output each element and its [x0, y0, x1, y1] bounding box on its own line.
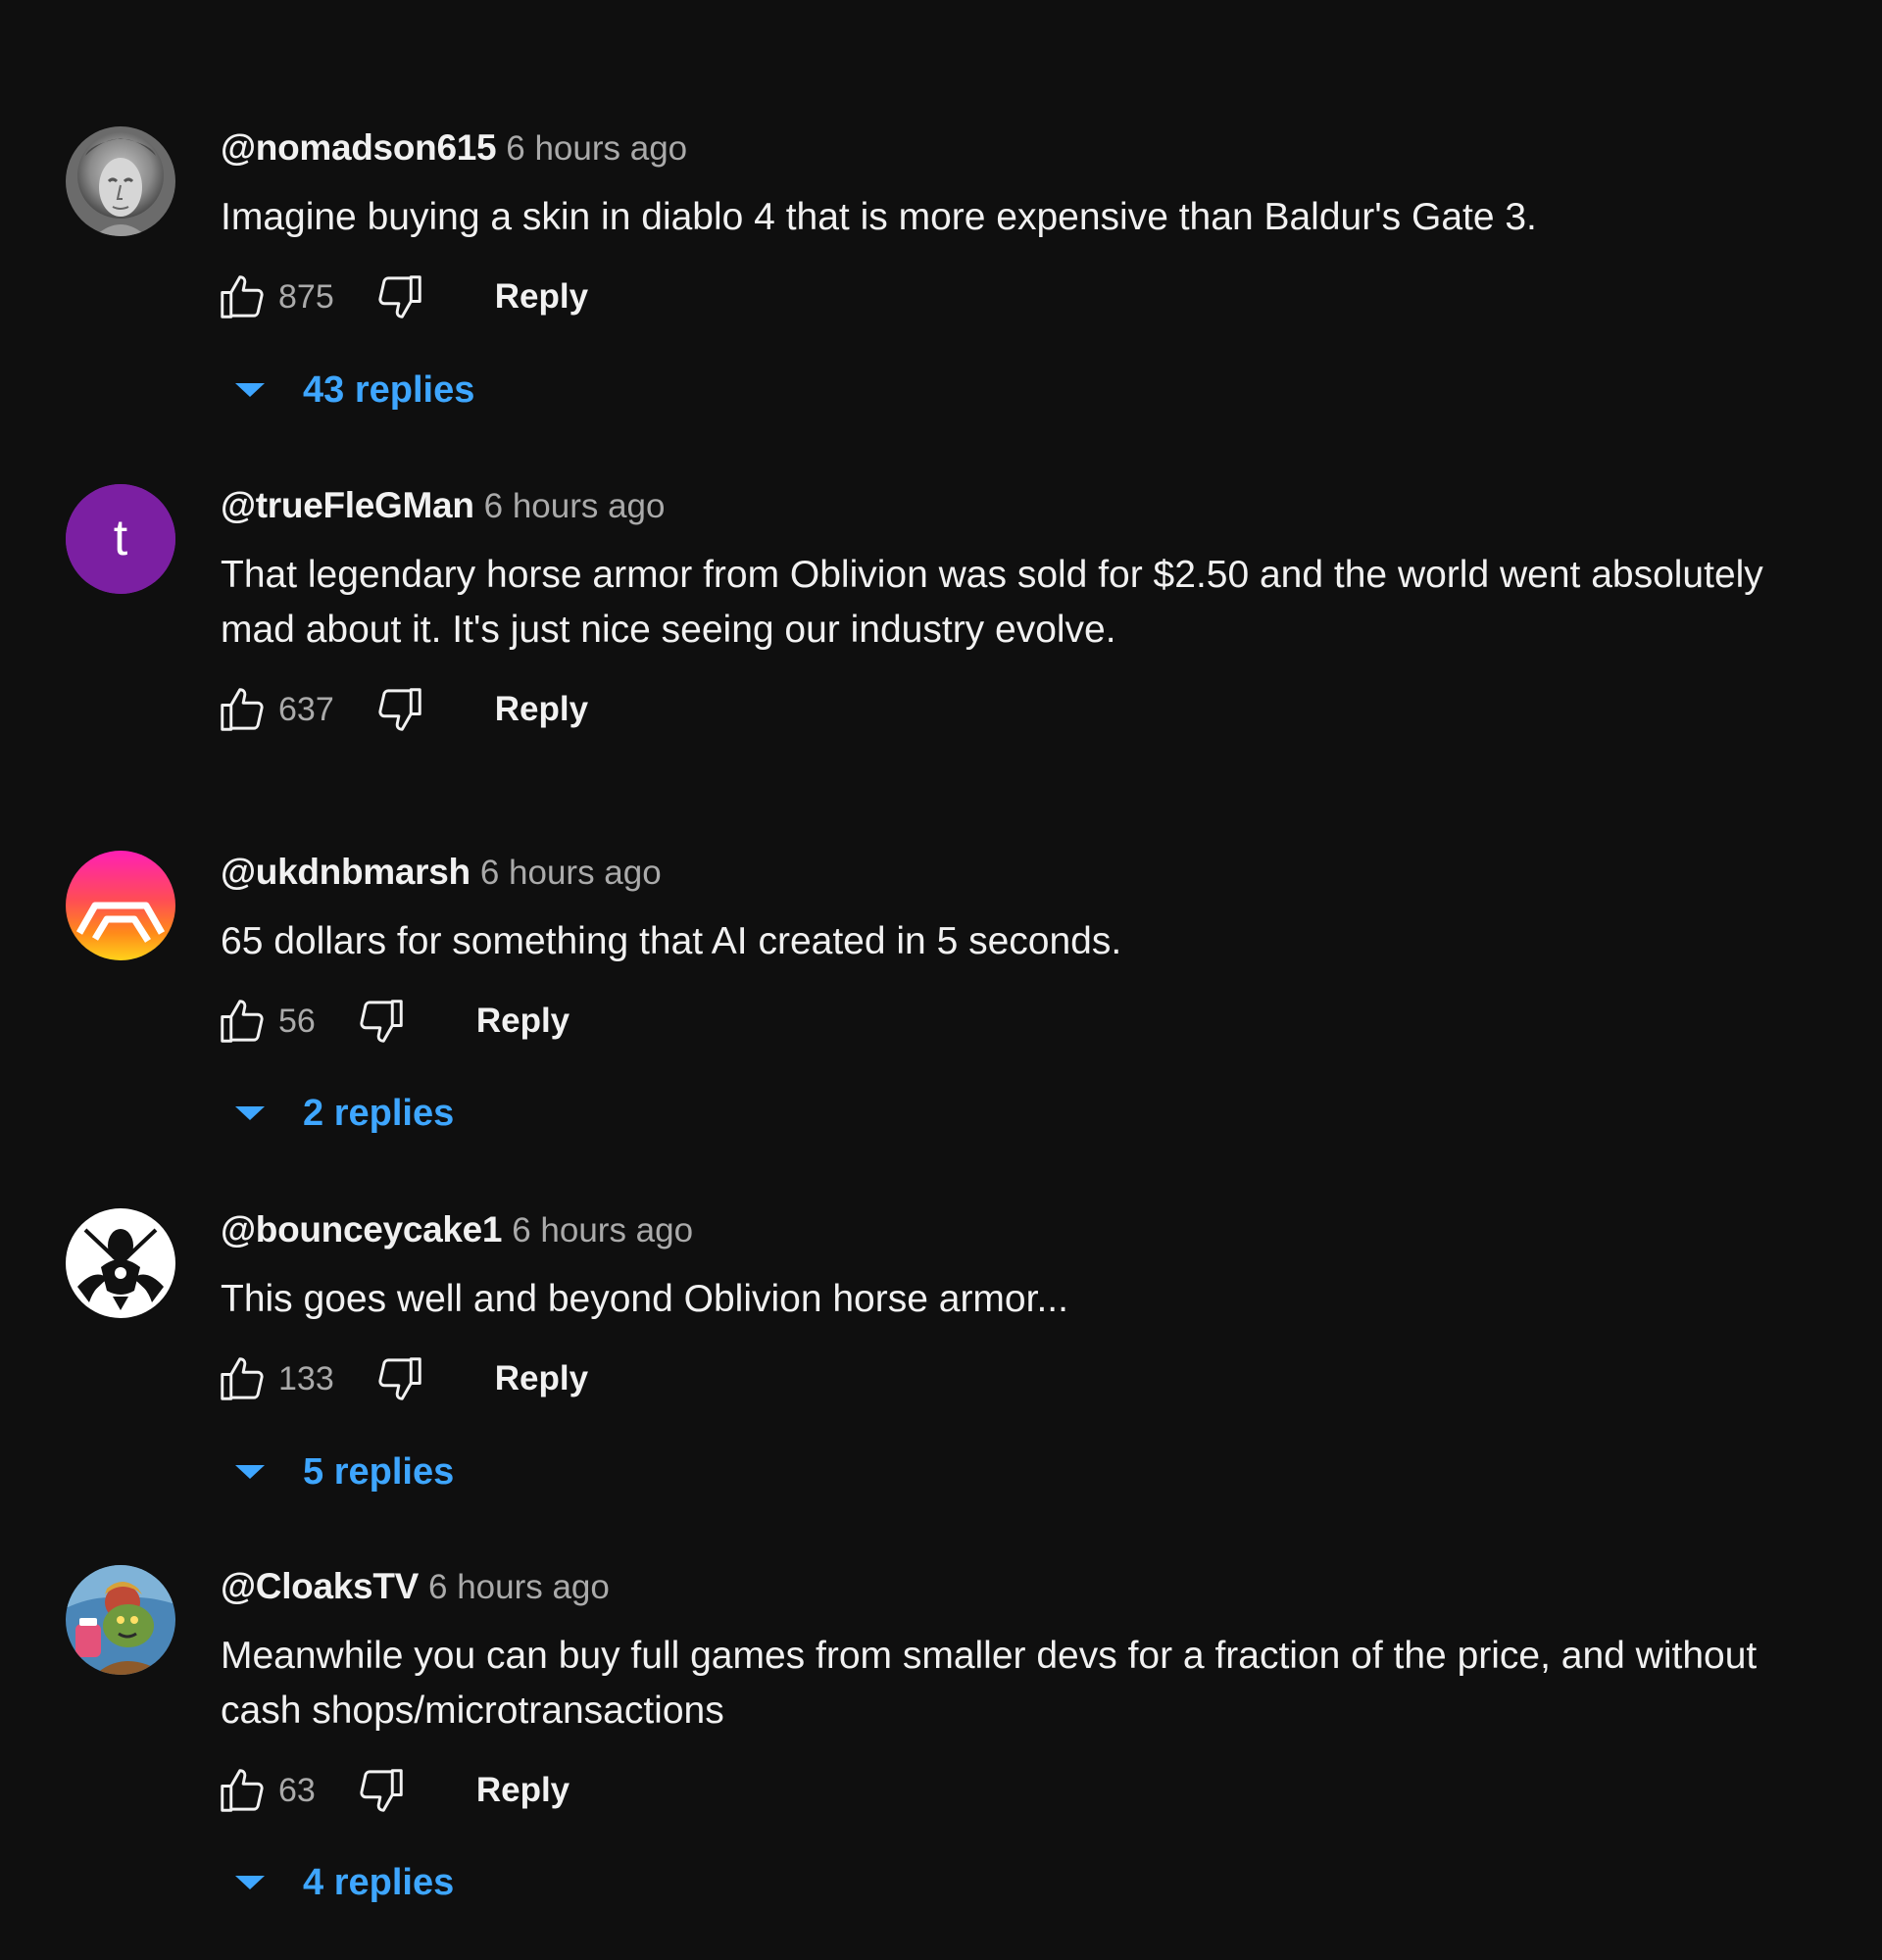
replies-count-label: 2 replies	[303, 1092, 455, 1134]
dislike-button[interactable]	[371, 269, 428, 325]
thumbs-down-icon	[378, 275, 421, 318]
statue-bust-avatar-icon	[66, 126, 175, 236]
like-count: 63	[278, 1771, 316, 1809]
like-count: 875	[278, 277, 334, 316]
view-replies-button[interactable]: 4 replies	[235, 1855, 454, 1910]
like-button[interactable]	[214, 1762, 271, 1819]
replies-count-label: 4 replies	[303, 1861, 455, 1903]
emblem-avatar-icon	[66, 1208, 175, 1318]
like-count: 133	[278, 1359, 334, 1397]
like-button[interactable]	[214, 993, 271, 1050]
caret-down-icon	[235, 1106, 265, 1120]
comment-text: 65 dollars for something that AI created…	[221, 920, 1122, 962]
comment-author[interactable]: @nomadson615	[221, 127, 497, 168]
caret-down-icon	[235, 1465, 265, 1479]
comment-header: @bounceycake1 6 hours ago	[221, 1209, 693, 1250]
replies-count-label: 5 replies	[303, 1450, 455, 1493]
comment-timestamp[interactable]: 6 hours ago	[484, 487, 666, 525]
dislike-button[interactable]	[371, 681, 428, 738]
reply-button[interactable]: Reply	[476, 1002, 570, 1041]
thumbs-up-icon	[221, 1000, 264, 1043]
comment-text: Imagine buying a skin in diablo 4 that i…	[221, 196, 1537, 238]
reply-button[interactable]: Reply	[495, 690, 588, 729]
like-count: 56	[278, 1002, 316, 1040]
view-replies-button[interactable]: 43 replies	[235, 363, 474, 417]
comment-actions: 63 Reply	[214, 1761, 570, 1820]
comment-actions: 637 Reply	[214, 680, 588, 739]
view-replies-button[interactable]: 2 replies	[235, 1086, 454, 1141]
comment-timestamp[interactable]: 6 hours ago	[512, 1211, 693, 1250]
comment-timestamp[interactable]: 6 hours ago	[428, 1568, 610, 1606]
comment-header: @trueFleGMan 6 hours ago	[221, 485, 666, 526]
dislike-button[interactable]	[353, 1762, 410, 1819]
comment-header: @ukdnbmarsh 6 hours ago	[221, 852, 662, 893]
comment-actions: 133 Reply	[214, 1349, 588, 1408]
thumbs-down-icon	[360, 1769, 403, 1812]
comment-actions: 56 Reply	[214, 992, 570, 1051]
caret-down-icon	[235, 1876, 265, 1889]
comment-header: @CloaksTV 6 hours ago	[221, 1566, 610, 1607]
hex-logo-avatar-icon	[66, 851, 175, 960]
comment-author[interactable]: @trueFleGMan	[221, 485, 474, 525]
caret-down-icon	[235, 383, 265, 397]
comment-text: Meanwhile you can buy full games from sm…	[221, 1635, 1758, 1732]
thumbs-down-icon	[378, 688, 421, 731]
reply-button[interactable]: Reply	[495, 277, 588, 317]
like-button[interactable]	[214, 269, 271, 325]
avatar[interactable]	[66, 1208, 175, 1318]
thumbs-up-icon	[221, 1357, 264, 1400]
comment-text: This goes well and beyond Oblivion horse…	[221, 1278, 1068, 1320]
dislike-button[interactable]	[371, 1350, 428, 1407]
comment-text: That legendary horse armor from Oblivion…	[221, 554, 1763, 651]
reply-button[interactable]: Reply	[495, 1359, 588, 1398]
letter-avatar-icon: t	[66, 484, 175, 594]
reply-button[interactable]: Reply	[476, 1771, 570, 1810]
view-replies-button[interactable]: 5 replies	[235, 1445, 454, 1499]
comment-timestamp[interactable]: 6 hours ago	[480, 854, 662, 892]
like-button[interactable]	[214, 1350, 271, 1407]
like-button[interactable]	[214, 681, 271, 738]
avatar[interactable]	[66, 1565, 175, 1675]
avatar[interactable]	[66, 851, 175, 960]
comment-author[interactable]: @bounceycake1	[221, 1209, 503, 1250]
thumbs-up-icon	[221, 688, 264, 731]
comment-author[interactable]: @ukdnbmarsh	[221, 852, 470, 892]
dislike-button[interactable]	[353, 993, 410, 1050]
cartoon-character-avatar-icon	[66, 1565, 175, 1675]
replies-count-label: 43 replies	[303, 368, 475, 411]
like-count: 637	[278, 690, 334, 728]
comment-header: @nomadson615 6 hours ago	[221, 127, 687, 169]
thumbs-down-icon	[378, 1357, 421, 1400]
comment-timestamp[interactable]: 6 hours ago	[506, 129, 687, 168]
comment-actions: 875 Reply	[214, 268, 588, 326]
avatar[interactable]: t	[66, 484, 175, 594]
avatar[interactable]	[66, 126, 175, 236]
svg-text:t: t	[114, 510, 128, 566]
thumbs-down-icon	[360, 1000, 403, 1043]
thumbs-up-icon	[221, 1769, 264, 1812]
thumbs-up-icon	[221, 275, 264, 318]
comment-author[interactable]: @CloaksTV	[221, 1566, 419, 1606]
